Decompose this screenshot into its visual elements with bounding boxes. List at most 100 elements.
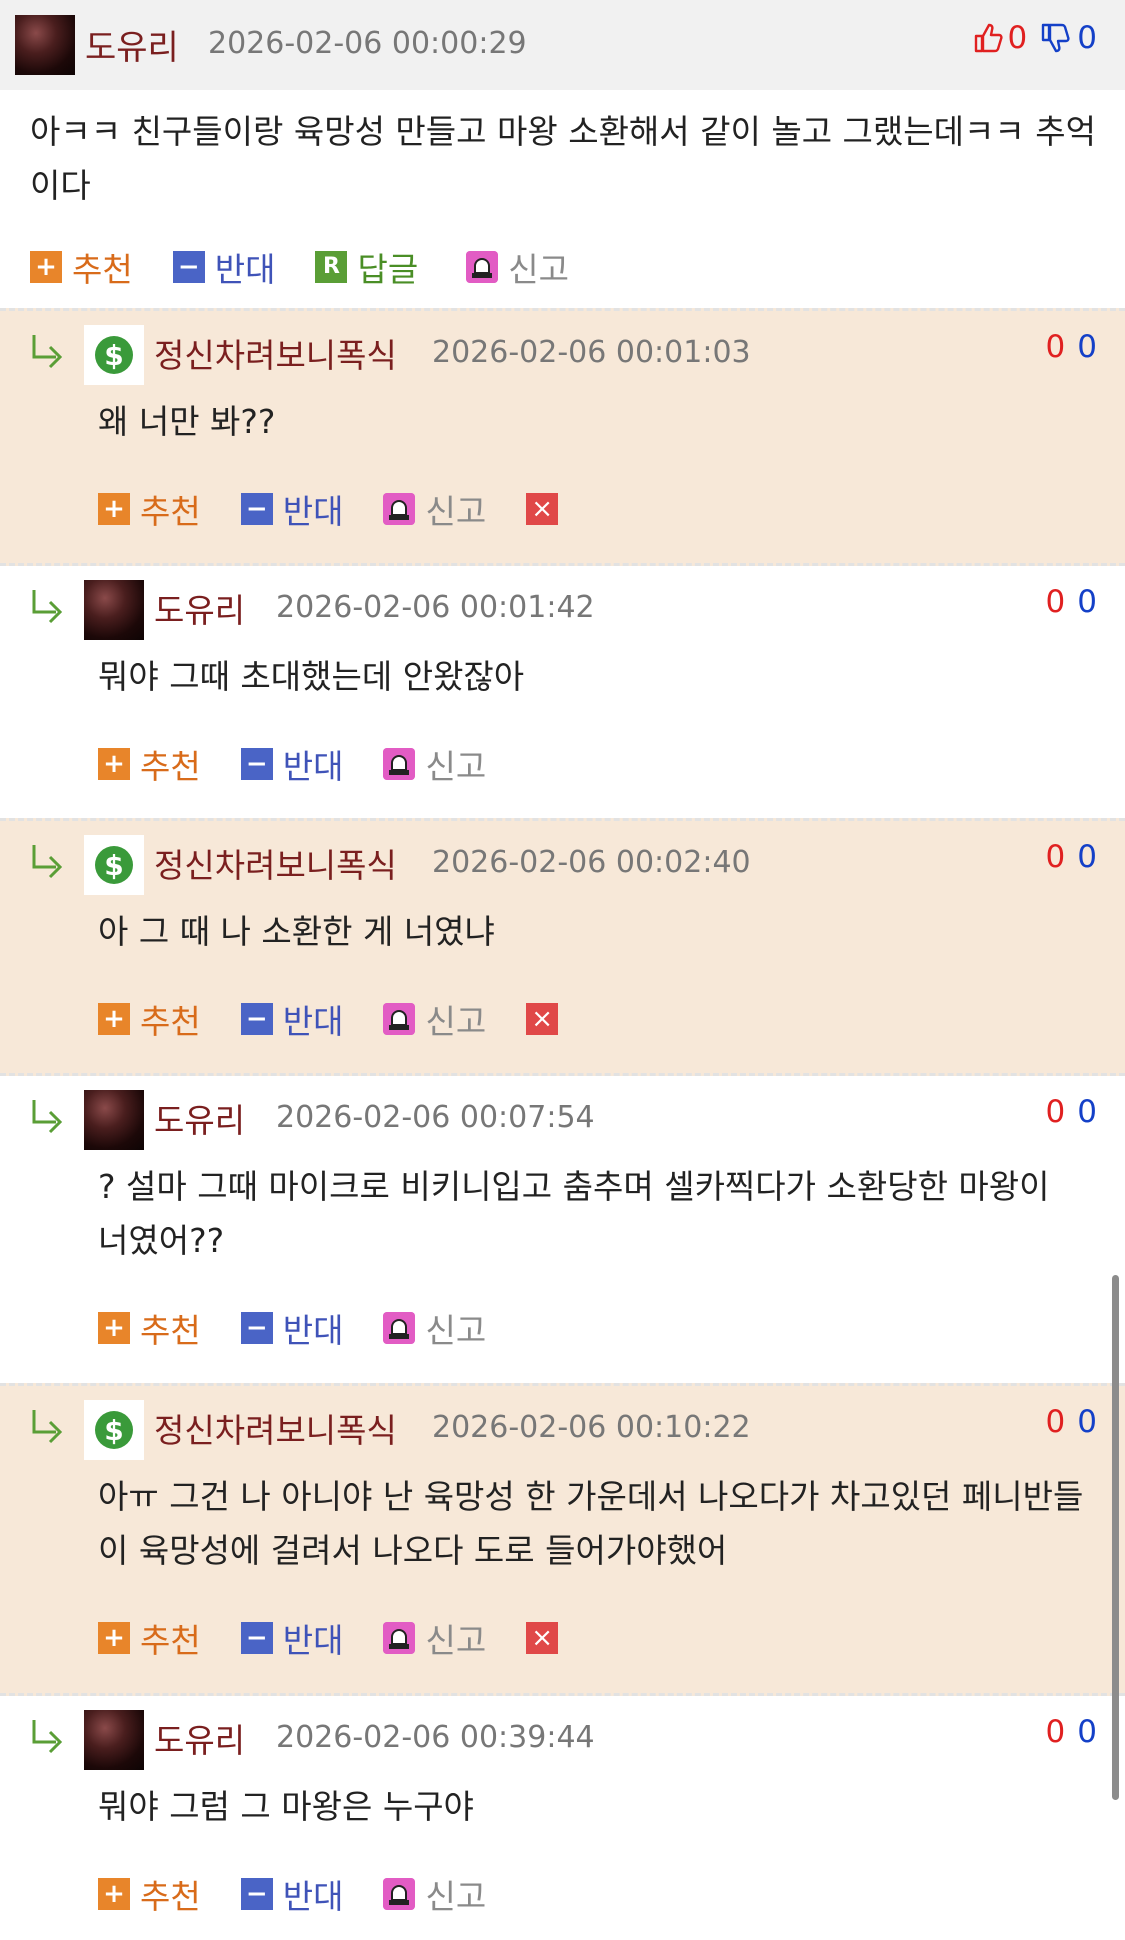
recommend-label: 추천 xyxy=(140,1877,201,1916)
comment-nickname[interactable]: 정신차려보니폭식 xyxy=(154,839,397,887)
oppose-label: 반대 xyxy=(282,1311,344,1350)
avatar[interactable]: $ xyxy=(84,835,144,895)
down-count: 0 xyxy=(1077,839,1097,875)
reply-arrow-icon xyxy=(32,335,63,369)
recommend-label: 추천 xyxy=(140,1621,201,1660)
comment-text: 아ㅠ 그건 나 아니야 난 육망성 한 가운데서 나오다가 차고있던 페니반들이… xyxy=(98,1477,1084,1570)
siren-icon xyxy=(383,748,416,780)
down-count: 0 xyxy=(1077,20,1097,56)
reply-button[interactable]: R 답글 xyxy=(315,243,418,291)
avatar[interactable] xyxy=(84,1090,144,1150)
recommend-button[interactable]: + 추천 xyxy=(30,243,133,291)
recommend-button[interactable]: + 추천 xyxy=(98,1870,201,1918)
delete-button[interactable]: × xyxy=(526,1622,568,1654)
comment-vote-counts: 00 xyxy=(1046,1404,1097,1440)
comment-actions: + 추천 − 반대 신고 × xyxy=(98,1614,608,1662)
minus-icon: − xyxy=(172,251,205,283)
thumbs-down-icon[interactable] xyxy=(1039,21,1073,55)
comment-vote-counts: 00 xyxy=(1046,1714,1097,1750)
reply-arrow-icon xyxy=(32,1720,63,1754)
post-datetime: 2026-02-06 00:00:29 xyxy=(208,26,527,61)
avatar[interactable] xyxy=(15,15,75,75)
recommend-label: 추천 xyxy=(140,747,201,786)
delete-button[interactable]: × xyxy=(526,1003,568,1035)
report-button[interactable]: 신고 xyxy=(383,485,486,533)
report-label: 신고 xyxy=(425,1621,487,1660)
comment-item: 도유리 2026-02-06 00:07:54 0 0 ? 설마 그때 마이크로 비키니… xyxy=(0,1073,1125,1386)
comment-nickname[interactable]: 도유리 xyxy=(154,1094,245,1142)
avatar[interactable] xyxy=(84,580,144,640)
recommend-button[interactable]: + 추천 xyxy=(98,740,201,788)
plus-icon: + xyxy=(98,1003,130,1035)
comment-actions: + 추천 − 반대 신고 xyxy=(98,740,526,788)
comment-actions: + 추천 − 반대 신고 × xyxy=(98,995,608,1043)
plus-icon: + xyxy=(98,1622,130,1654)
author-nickname[interactable]: 도유리 xyxy=(85,20,179,69)
comment-item: 도유리 2026-02-06 00:01:42 0 0 뭐야 그때 초대했는데 안왔잖아… xyxy=(0,563,1125,821)
minus-icon: − xyxy=(240,1622,273,1654)
dollar-icon: $ xyxy=(95,1411,133,1449)
recommend-button[interactable]: + 추천 xyxy=(98,1614,201,1662)
oppose-label: 반대 xyxy=(282,1877,344,1916)
comment-nickname[interactable]: 도유리 xyxy=(154,1714,245,1762)
report-button[interactable]: 신고 xyxy=(383,1614,486,1662)
comment-item: $ 정신차려보니폭식 2026-02-06 00:10:22 0 0 아ㅠ 그건 나 아니… xyxy=(0,1383,1125,1696)
recommend-label: 추천 xyxy=(140,1002,201,1041)
comment-text: ? 설마 그때 마이크로 비키니입고 춤추며 셀카찍다가 소환당한 마왕이 너였… xyxy=(98,1167,1050,1260)
oppose-label: 반대 xyxy=(282,1621,344,1660)
down-count: 0 xyxy=(1077,584,1097,620)
report-button[interactable]: 신고 xyxy=(383,1304,486,1352)
post-actions: + 추천 − 반대 R 답글 신고 xyxy=(30,243,609,291)
comment-datetime: 2026-02-06 00:01:42 xyxy=(276,590,595,625)
oppose-button[interactable]: − 반대 xyxy=(240,1304,344,1352)
scrollbar[interactable] xyxy=(1112,1275,1119,1800)
comment-datetime: 2026-02-06 00:02:40 xyxy=(432,845,751,880)
comment-nickname[interactable]: 정신차려보니폭식 xyxy=(154,329,397,377)
thumbs-up-icon[interactable] xyxy=(972,21,1006,55)
report-label: 신고 xyxy=(425,1311,487,1350)
oppose-button[interactable]: − 반대 xyxy=(172,243,275,291)
oppose-button[interactable]: − 반대 xyxy=(240,740,343,788)
close-icon: × xyxy=(526,1003,559,1035)
down-count: 0 xyxy=(1077,1714,1097,1750)
up-count: 0 xyxy=(1045,1094,1066,1130)
oppose-label: 반대 xyxy=(282,492,344,531)
reply-arrow-icon xyxy=(32,845,63,879)
report-button[interactable]: 신고 xyxy=(466,243,569,291)
comment-actions: + 추천 − 반대 신고 × xyxy=(98,485,608,533)
close-icon: × xyxy=(526,493,559,525)
vote-counts: 0 0 xyxy=(972,20,1097,56)
recommend-button[interactable]: + 추천 xyxy=(98,995,201,1043)
report-button[interactable]: 신고 xyxy=(383,995,486,1043)
report-label: 신고 xyxy=(425,492,487,531)
oppose-button[interactable]: − 반대 xyxy=(240,1614,344,1662)
recommend-button[interactable]: + 추천 xyxy=(98,1304,201,1352)
oppose-button[interactable]: − 반대 xyxy=(240,1870,344,1918)
comment-nickname[interactable]: 정신차려보니폭식 xyxy=(154,1404,397,1452)
post-header: 도유리 2026-02-06 00:00:29 0 0 xyxy=(0,0,1125,90)
reply-arrow-icon xyxy=(32,590,63,624)
comment-vote-counts: 00 xyxy=(1046,1094,1097,1130)
up-count: 0 xyxy=(1045,329,1066,365)
report-button[interactable]: 신고 xyxy=(383,740,486,788)
avatar[interactable]: $ xyxy=(84,1400,144,1460)
report-button[interactable]: 신고 xyxy=(383,1870,486,1918)
up-count: 0 xyxy=(1045,839,1066,875)
recommend-button[interactable]: + 추천 xyxy=(98,485,201,533)
minus-icon: − xyxy=(240,1312,273,1344)
comment-text: 뭐야 그럼 그 마왕은 누구야 xyxy=(98,1787,474,1826)
oppose-button[interactable]: − 반대 xyxy=(240,995,343,1043)
recommend-label: 추천 xyxy=(72,250,133,289)
report-label: 신고 xyxy=(425,1877,487,1916)
comment-datetime: 2026-02-06 00:07:54 xyxy=(276,1100,595,1135)
avatar[interactable] xyxy=(84,1710,144,1770)
recommend-label: 추천 xyxy=(140,1311,201,1350)
down-count: 0 xyxy=(1077,1094,1097,1130)
oppose-button[interactable]: − 반대 xyxy=(240,485,344,533)
comment-datetime: 2026-02-06 00:10:22 xyxy=(432,1410,751,1445)
delete-button[interactable]: × xyxy=(526,493,568,525)
comment-nickname[interactable]: 도유리 xyxy=(154,584,245,632)
avatar[interactable]: $ xyxy=(84,325,144,385)
comment-item: $ 정신차려보니폭식 2026-02-06 00:02:40 0 0 아 그 때 나 소환… xyxy=(0,818,1125,1076)
siren-icon xyxy=(383,1878,416,1910)
